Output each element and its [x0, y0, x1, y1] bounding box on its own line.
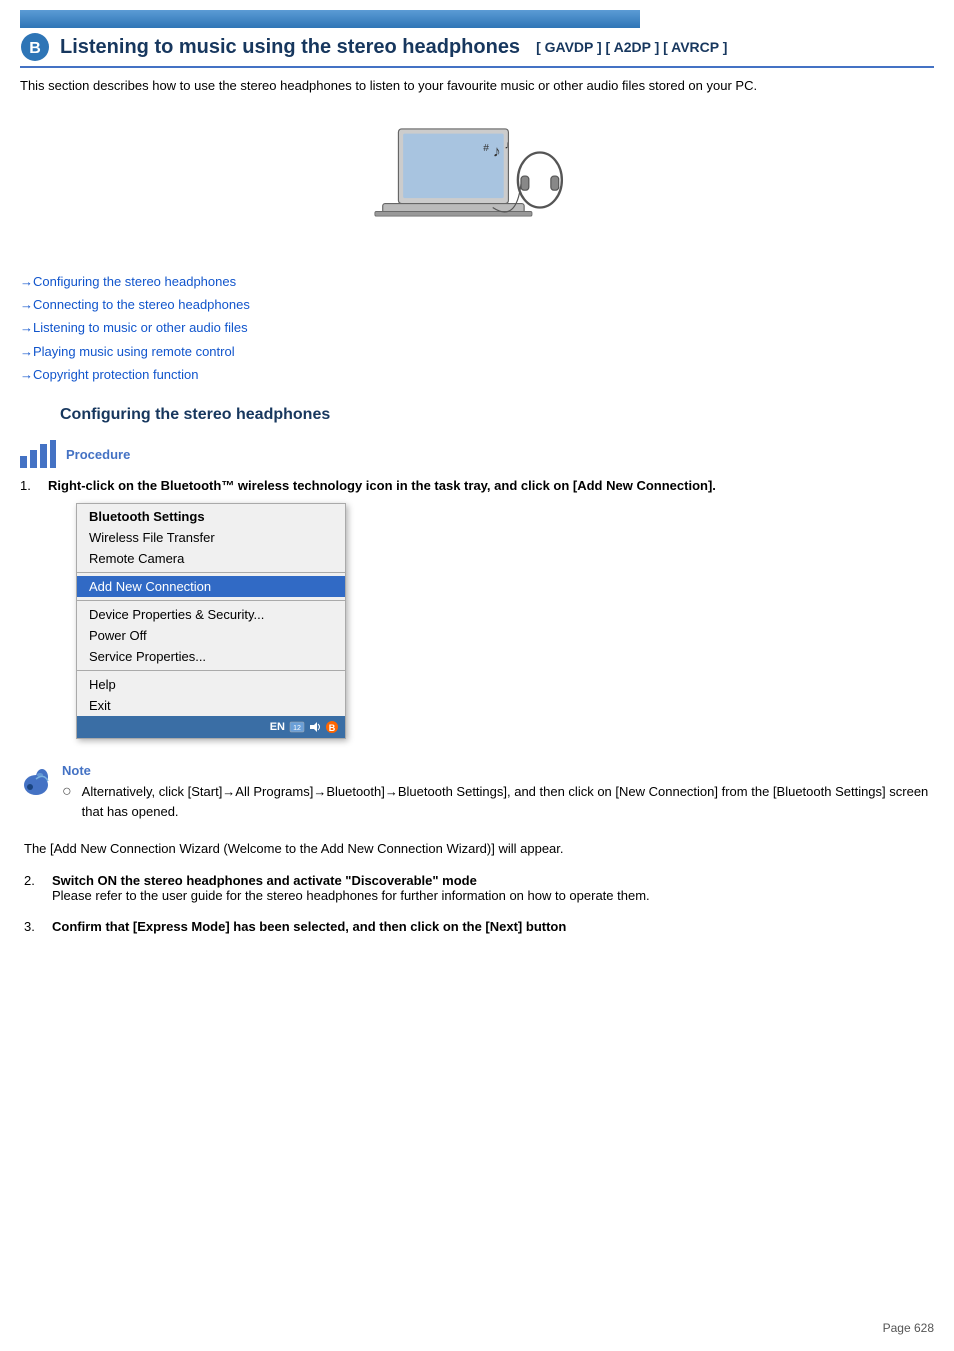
step-2-bold: Switch ON the stereo headphones and acti…: [52, 873, 934, 888]
wizard-text: The [Add New Connection Wizard (Welcome …: [24, 839, 934, 859]
note-container: Note ○ Alternatively, click [Start]→All …: [20, 763, 934, 825]
taskbar-icons: 12 B: [289, 719, 339, 735]
menu-item-remote-camera: Remote Camera: [77, 548, 345, 569]
step-2: 2. Switch ON the stereo headphones and a…: [24, 873, 934, 903]
step-1-text: Right-click on the Bluetooth™ wireless t…: [48, 478, 716, 493]
menu-item-device-props: Device Properties & Security...: [77, 604, 345, 625]
menu-item-add-connection[interactable]: Add New Connection: [77, 576, 345, 597]
menu-separator-2: [77, 600, 345, 601]
link-item-4[interactable]: →Playing music using remote control: [20, 340, 934, 363]
svg-text:♩: ♩: [505, 139, 516, 151]
svg-text:B: B: [29, 40, 41, 57]
step-3-content: Confirm that [Express Mode] has been sel…: [52, 919, 934, 934]
bluetooth-header-icon: B: [20, 32, 50, 62]
menu-item-wireless-transfer: Wireless File Transfer: [77, 527, 345, 548]
link-item-2[interactable]: →Connecting to the stereo headphones: [20, 293, 934, 316]
menu-separator-3: [77, 670, 345, 671]
page-title: Listening to music using the stereo head…: [60, 36, 520, 59]
svg-text:12: 12: [293, 725, 301, 732]
note-list: ○ Alternatively, click [Start]→All Progr…: [62, 782, 934, 821]
illustration-area: ♪ ♩ #: [20, 110, 934, 250]
step-3: 3. Confirm that [Express Mode] has been …: [24, 919, 934, 934]
taskbar-icon-1: 12: [289, 719, 305, 735]
step-2-number: 2.: [24, 873, 44, 903]
top-bar: [20, 10, 640, 28]
page-header: B Listening to music using the stereo he…: [20, 32, 934, 68]
note-content: Note ○ Alternatively, click [Start]→All …: [62, 763, 934, 825]
taskbar-icon-2: [308, 720, 322, 734]
svg-text:#: #: [483, 142, 489, 153]
page-title-tags: [ GAVDP ] [ A2DP ] [ AVRCP ]: [536, 39, 727, 55]
link-configure[interactable]: →Configuring the stereo headphones: [20, 274, 236, 289]
step-1-content: Right-click on the Bluetooth™ wireless t…: [48, 478, 934, 749]
step-2-content: Switch ON the stereo headphones and acti…: [52, 873, 934, 903]
menu-separator-1: [77, 572, 345, 573]
menu-item-help: Help: [77, 674, 345, 695]
svg-text:♪: ♪: [493, 143, 501, 160]
section-heading: Configuring the stereo headphones: [60, 406, 934, 424]
link-item-1[interactable]: →Configuring the stereo headphones: [20, 270, 934, 293]
context-menu: Bluetooth Settings Wireless File Transfe…: [76, 503, 346, 739]
step-1: 1. Right-click on the Bluetooth™ wireles…: [20, 478, 934, 749]
page-description: This section describes how to use the st…: [20, 76, 934, 96]
link-item-5[interactable]: →Copyright protection function: [20, 363, 934, 386]
link-listen[interactable]: →Listening to music or other audio files: [20, 320, 248, 335]
taskbar-en-text: EN: [270, 721, 285, 733]
note-label: Note: [62, 763, 934, 778]
steps-list: 1. Right-click on the Bluetooth™ wireles…: [20, 478, 934, 749]
menu-item-power-off: Power Off: [77, 625, 345, 646]
note-bullet-1: ○: [62, 780, 72, 821]
laptop-illustration: ♪ ♩ #: [367, 110, 587, 250]
step-1-number: 1.: [20, 478, 40, 749]
step-3-number: 3.: [24, 919, 44, 934]
link-copyright[interactable]: →Copyright protection function: [20, 367, 198, 382]
steps-list-2: 2. Switch ON the stereo headphones and a…: [24, 873, 934, 934]
step-2-normal: Please refer to the user guide for the s…: [52, 888, 934, 903]
note-list-item-1: ○ Alternatively, click [Start]→All Progr…: [62, 782, 934, 821]
procedure-icon: [20, 440, 56, 468]
link-item-3[interactable]: →Listening to music or other audio files: [20, 316, 934, 339]
procedure-container: Procedure 1. Right-click on the Bluetoot…: [20, 440, 934, 749]
svg-text:B: B: [329, 723, 336, 733]
note-text-1: Alternatively, click [Start]→All Program…: [82, 782, 934, 821]
menu-item-service-props: Service Properties...: [77, 646, 345, 667]
note-icon: [20, 765, 52, 797]
menu-item-exit: Exit: [77, 695, 345, 716]
link-connect[interactable]: →Connecting to the stereo headphones: [20, 297, 250, 312]
links-list: →Configuring the stereo headphones →Conn…: [20, 270, 934, 387]
menu-item-bluetooth-settings: Bluetooth Settings: [77, 504, 345, 527]
procedure-header: Procedure: [20, 440, 934, 468]
link-play[interactable]: →Playing music using remote control: [20, 344, 235, 359]
procedure-label: Procedure: [66, 447, 130, 462]
step-3-bold: Confirm that [Express Mode] has been sel…: [52, 919, 566, 934]
page-number: Page 628: [883, 1321, 934, 1335]
taskbar-bluetooth-icon: B: [325, 720, 339, 734]
taskbar: EN 12: [77, 716, 345, 738]
